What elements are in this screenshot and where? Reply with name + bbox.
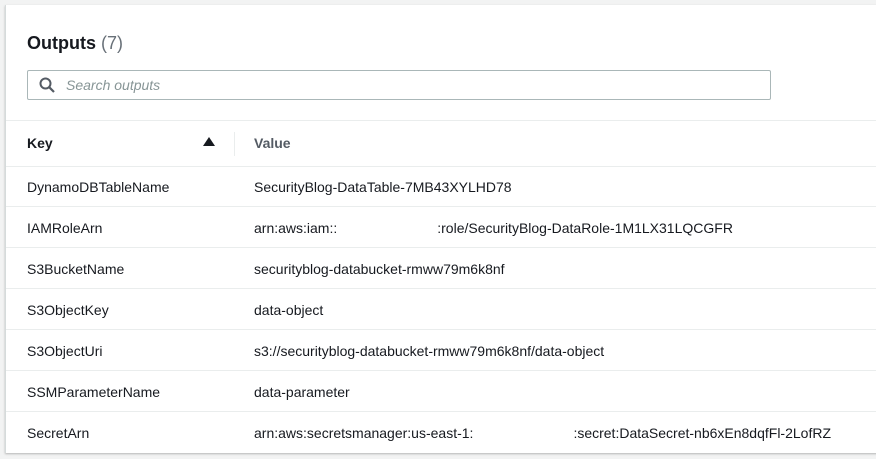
output-value: data-object [254, 302, 324, 318]
table-row: DynamoDBTableName SecurityBlog-DataTable-… [6, 166, 876, 207]
output-value: SecurityBlog-DataTable-7MB43XYLHD78 [254, 179, 512, 195]
output-key: S3ObjectUri [27, 343, 103, 359]
outputs-panel: Outputs (7) Key Value DynamoDBTableName S… [5, 5, 876, 453]
sort-ascending-icon[interactable] [203, 137, 215, 146]
output-value: arn:aws:iam:::role/SecurityBlog-DataRole… [254, 220, 733, 236]
search-input[interactable] [64, 76, 718, 94]
output-key: IAMRoleArn [27, 220, 103, 236]
output-key: SecretArn [27, 425, 90, 441]
output-key: DynamoDBTableName [27, 179, 170, 195]
output-value: data-parameter [254, 384, 350, 400]
output-key: S3BucketName [27, 261, 125, 277]
column-header-key[interactable]: Key [27, 135, 53, 151]
table-row: SecretArn arn:aws:secretsmanager:us-east-… [6, 412, 876, 452]
output-value: securityblog-databucket-rmww79m6k8nf [254, 261, 505, 277]
table-row: SSMParameterName data-parameter [6, 371, 876, 412]
output-value: s3://securityblog-databucket-rmww79m6k8n… [254, 343, 605, 359]
output-value: arn:aws:secretsmanager:us-east-1::secret… [254, 425, 832, 441]
outputs-table-body: DynamoDBTableName SecurityBlog-DataTable-… [6, 166, 876, 452]
output-count: (7) [101, 33, 124, 53]
output-key: SSMParameterName [27, 384, 161, 400]
search-box[interactable] [27, 70, 771, 100]
panel-title: Outputs (7) [27, 33, 124, 53]
search-icon [39, 77, 55, 93]
column-header-value[interactable]: Value [254, 135, 291, 151]
table-row: S3ObjectUri s3://securityblog-databucket-… [6, 330, 876, 371]
table-row: IAMRoleArn arn:aws:iam:::role/SecurityBlo… [6, 207, 876, 248]
table-row: S3BucketName securityblog-databucket-rmww… [6, 248, 876, 289]
output-key: S3ObjectKey [27, 302, 109, 318]
table-header: Key Value [6, 120, 876, 167]
column-divider [234, 132, 235, 156]
table-row: S3ObjectKey data-object [6, 289, 876, 330]
